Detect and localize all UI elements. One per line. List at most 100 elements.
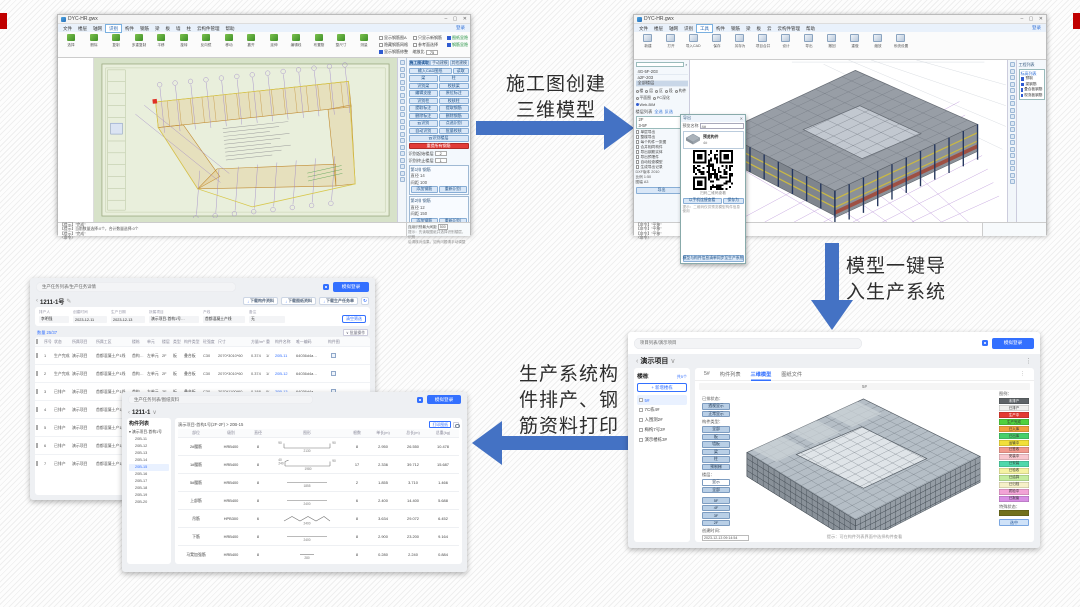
menu-item[interactable]: 云: [764, 25, 775, 32]
state-button[interactable]: 透视显示: [702, 403, 730, 410]
toolbar-button[interactable]: 设计: [774, 33, 797, 49]
menu-item[interactable]: 构件: [122, 25, 137, 32]
type-button[interactable]: 预制梯: [702, 464, 730, 471]
menu-item[interactable]: 梁: [743, 25, 754, 32]
rebar-row[interactable]: 1#腰筋HRB400840240198090172.33639.71215.68…: [178, 455, 459, 473]
tool-strip-icon[interactable]: [1010, 160, 1015, 165]
radio-option[interactable]: 层: [645, 89, 653, 94]
notification-icon[interactable]: [323, 284, 329, 290]
view-option[interactable]: 显示钢筋图A: [379, 35, 408, 41]
type-button[interactable]: 墙板: [702, 441, 730, 448]
group-button[interactable]: 添加钢筋: [411, 186, 439, 193]
tool-strip-icon[interactable]: [400, 73, 405, 78]
tree-item[interactable]: 20B-19: [129, 492, 169, 499]
tool-strip-icon[interactable]: [1010, 62, 1015, 67]
menu-item[interactable]: 轴网: [666, 25, 681, 32]
toolbar-button[interactable]: 选择: [60, 33, 83, 48]
field-input[interactable]: 1: [435, 158, 447, 163]
menu-item[interactable]: 云构件管理: [194, 25, 223, 32]
menu-item[interactable]: 轴网: [90, 25, 105, 32]
panel-button[interactable]: 原位标注: [439, 90, 469, 97]
tool-strip-icon[interactable]: [400, 99, 405, 104]
sidebar-item-building[interactable]: 梅构7号2#: [637, 425, 687, 435]
read-cad-button[interactable]: 输入CAD图纸: [409, 68, 452, 75]
menu-item[interactable]: 工具: [696, 24, 713, 33]
tool-strip-icon[interactable]: [1010, 101, 1015, 106]
menu-item[interactable]: 钢筋: [137, 25, 152, 32]
tree-item[interactable]: 20B-18: [129, 485, 169, 492]
tool-strip-icon[interactable]: [1010, 114, 1015, 119]
filter-input[interactable]: 李明强: [39, 316, 69, 323]
panel-button[interactable]: 识别柱: [409, 98, 439, 105]
floor-mode-button[interactable]: 显示: [702, 479, 730, 486]
menu-item[interactable]: 板: [163, 25, 174, 32]
radio-option[interactable]: 段: [665, 89, 673, 94]
panel-button[interactable]: 删除钢筋: [439, 113, 469, 120]
filter-input[interactable]: 演示项目-首构1号…: [149, 316, 199, 323]
login-button[interactable]: 模拟登录: [992, 338, 1034, 349]
floor-button[interactable]: 5F: [702, 497, 730, 504]
toolbar-button[interactable]: 重做: [843, 33, 866, 49]
panel-button[interactable]: 识别梁: [409, 83, 439, 90]
menu-item[interactable]: 文件: [636, 25, 651, 32]
panel-button[interactable]: 校核柱: [439, 98, 469, 105]
panel-button[interactable]: 批量校核: [439, 128, 469, 135]
tool-strip-icon[interactable]: [400, 125, 405, 130]
login-link[interactable]: 登录: [1032, 25, 1044, 31]
row-checkbox[interactable]: [36, 461, 38, 466]
toolbar-button[interactable]: 复制: [105, 33, 128, 48]
tool-strip-icon[interactable]: [400, 158, 405, 163]
row-checkbox[interactable]: [36, 389, 38, 394]
toolbar-button[interactable]: 缩放: [866, 33, 889, 49]
maximize-button[interactable]: ▢: [1029, 16, 1034, 22]
floors-link[interactable]: 全选: [654, 109, 662, 115]
more-icon[interactable]: ⋮: [1020, 371, 1025, 377]
tool-strip-icon[interactable]: [1010, 108, 1015, 113]
floor-button[interactable]: 2F: [702, 520, 730, 527]
panel-button[interactable]: 自动识别: [409, 128, 439, 135]
batch-action-button[interactable]: ∨ 批量操作: [343, 329, 368, 336]
tool-strip-icon[interactable]: [1010, 88, 1015, 93]
menu-item[interactable]: 梁: [152, 25, 163, 32]
filter-input[interactable]: 2023-12-11: [73, 316, 107, 323]
toolbar-button[interactable]: 删除: [83, 33, 106, 48]
tool-strip-icon[interactable]: [1010, 69, 1015, 74]
toolbar-button[interactable]: 导出: [797, 33, 820, 49]
login-button[interactable]: 模拟登录: [333, 282, 369, 292]
drawing-file-icon[interactable]: [331, 371, 336, 377]
tree-root[interactable]: ▾ 演示项目-首构1号: [129, 429, 169, 435]
toolbar-button[interactable]: 新建: [636, 33, 659, 49]
tree-item[interactable]: 20B-13: [129, 450, 169, 457]
type-button[interactable]: 柱: [702, 456, 730, 463]
tool-strip-icon[interactable]: [1010, 95, 1015, 100]
tree-item[interactable]: 20B-17: [129, 478, 169, 485]
view-option[interactable]: 显示钢筋修整缩放比75: [379, 49, 468, 55]
tree-item[interactable]: 20B-20: [129, 499, 169, 506]
clear-filter-button[interactable]: 清空筛选: [342, 315, 366, 323]
toolbar-button[interactable]: 另存为: [728, 33, 751, 49]
tool-strip-icon[interactable]: [1010, 75, 1015, 80]
tool-strip-icon[interactable]: [1010, 140, 1015, 145]
tool-strip-icon[interactable]: [400, 106, 405, 111]
menu-item[interactable]: 柱: [184, 25, 195, 32]
menu-item[interactable]: 云构件管理: [775, 25, 804, 32]
row-checkbox[interactable]: [36, 443, 38, 448]
download-button[interactable]: ↓下载图纸资料: [281, 297, 316, 305]
radio-option[interactable]: PC深化: [653, 96, 670, 101]
group-button[interactable]: 重新识别: [439, 218, 467, 223]
cad-floor-plan[interactable]: [94, 58, 397, 222]
toolbar-button[interactable]: 布置筋: [308, 33, 331, 48]
group-button[interactable]: 重新识别: [439, 186, 467, 193]
row-checkbox[interactable]: [36, 353, 38, 358]
tool-strip-icon[interactable]: [400, 93, 405, 98]
radio-option[interactable]: Web-BIM: [636, 103, 656, 107]
view-option[interactable]: 钢筋显隐: [447, 42, 468, 48]
caret-down-icon[interactable]: ∨: [670, 357, 675, 365]
toolbar-button[interactable]: 项目合并: [751, 33, 774, 49]
type-button[interactable]: 板: [702, 434, 730, 441]
login-button[interactable]: 模拟登录: [427, 395, 461, 405]
state-button[interactable]: 正常显示: [702, 411, 730, 418]
type-button[interactable]: 全部: [702, 426, 730, 433]
toolbar-button[interactable]: 测量: [353, 33, 376, 48]
menu-item[interactable]: 识别: [105, 24, 122, 33]
